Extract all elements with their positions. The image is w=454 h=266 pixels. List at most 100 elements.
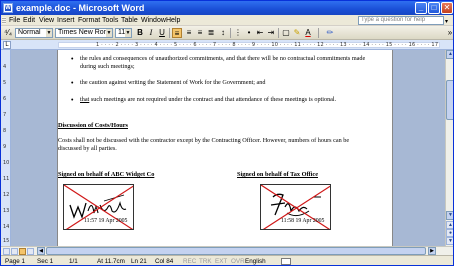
previous-page-icon[interactable]: ▲ bbox=[446, 221, 453, 229]
align-center-icon[interactable]: ≡ bbox=[184, 28, 194, 38]
style-select[interactable]: Normal ▼ bbox=[15, 28, 53, 38]
vertical-ruler[interactable]: 4 5 6 7 8 9 10 11 12 13 14 15 bbox=[1, 50, 11, 246]
section-heading: Discussion of Costs/Hours bbox=[58, 122, 128, 129]
window-title: example.doc - Microsoft Word bbox=[16, 3, 145, 13]
vertical-scroll-thumb[interactable] bbox=[446, 80, 453, 120]
minimize-button[interactable]: _ bbox=[415, 2, 427, 14]
font-select[interactable]: Times New Roman ▼ bbox=[55, 28, 113, 38]
chevron-down-icon: ▼ bbox=[106, 29, 112, 37]
vruler-number: 5 bbox=[3, 80, 7, 86]
signature-box-left[interactable]: 11:57 19 Apr 2005 bbox=[63, 184, 134, 230]
borders-icon[interactable]: ▢ bbox=[281, 28, 291, 38]
help-search-input[interactable]: Type a question for help bbox=[358, 16, 444, 25]
scroll-up-icon[interactable]: ▲ bbox=[446, 50, 453, 59]
menu-file[interactable]: File bbox=[9, 16, 20, 25]
menu-edit[interactable]: Edit bbox=[23, 16, 35, 25]
font-size-select[interactable]: 11 ▼ bbox=[115, 28, 132, 38]
drawing-icon[interactable]: ✏ bbox=[324, 28, 336, 38]
numbering-icon[interactable]: ⋮ bbox=[233, 28, 243, 38]
help-dropdown-icon[interactable]: ▾ bbox=[445, 18, 448, 25]
status-ext[interactable]: EXT bbox=[215, 256, 227, 265]
justify-icon[interactable]: ≣ bbox=[206, 28, 216, 38]
tab-selector[interactable]: L bbox=[3, 41, 11, 49]
body-paragraph: Costs shall not be discussed with the co… bbox=[58, 137, 350, 152]
toolbar-options-icon[interactable]: » bbox=[445, 28, 453, 38]
menu-window[interactable]: Window bbox=[141, 16, 166, 25]
horizontal-ruler[interactable]: L 1 · · · · 2 · · · · 3 · · · · 4 · · · … bbox=[1, 40, 453, 50]
decrease-indent-icon[interactable]: ⇤ bbox=[255, 28, 265, 38]
status-rec[interactable]: REC bbox=[183, 256, 196, 265]
menu-insert[interactable]: Insert bbox=[57, 16, 75, 25]
status-line: Ln 21 bbox=[131, 258, 147, 265]
horizontal-scroll-thumb[interactable] bbox=[46, 247, 426, 255]
bullet-item-rest: such meetings are not required under the… bbox=[89, 96, 337, 103]
vertical-scrollbar[interactable]: ▲ ▼ ▲ ● ▼ bbox=[445, 50, 453, 246]
status-trk[interactable]: TRK bbox=[199, 256, 212, 265]
toolbar-separator bbox=[318, 28, 319, 38]
status-at: At 11.7cm bbox=[97, 258, 125, 265]
vruler-number: 11 bbox=[3, 176, 10, 182]
document-page[interactable]: • the rules and consequences of unauthor… bbox=[57, 50, 393, 246]
vruler-number: 8 bbox=[3, 128, 7, 134]
menu-help[interactable]: Help bbox=[166, 16, 180, 25]
scroll-left-icon[interactable]: ◀ bbox=[37, 247, 45, 255]
align-right-icon[interactable]: ≡ bbox=[195, 28, 205, 38]
scroll-down-icon[interactable]: ▼ bbox=[446, 211, 453, 220]
web-layout-view-icon[interactable] bbox=[11, 248, 18, 255]
vruler-number: 4 bbox=[3, 64, 7, 70]
menu-view[interactable]: View bbox=[39, 16, 54, 25]
menu-tools[interactable]: Tools bbox=[102, 16, 118, 25]
signature-label-right: Signed on behalf of Tax Office bbox=[237, 171, 318, 178]
bullet-item: that such meetings are not required unde… bbox=[80, 96, 370, 104]
word-app-icon[interactable]: W bbox=[3, 3, 13, 13]
highlight-icon[interactable]: ✎ bbox=[292, 28, 302, 38]
select-browse-object-icon[interactable]: ● bbox=[446, 229, 453, 237]
styles-pane-icon[interactable]: ⁴⁄₄ bbox=[4, 28, 12, 38]
vruler-number: 13 bbox=[3, 208, 10, 214]
scroll-right-icon[interactable]: ▶ bbox=[428, 247, 436, 255]
increase-indent-icon[interactable]: ⇥ bbox=[266, 28, 276, 38]
vruler-number: 15 bbox=[3, 238, 10, 244]
title-bar[interactable]: W example.doc - Microsoft Word _ □ ✕ bbox=[1, 1, 453, 15]
toolbar-separator bbox=[230, 28, 231, 38]
menu-table[interactable]: Table bbox=[121, 16, 138, 25]
vruler-number: 10 bbox=[3, 160, 10, 166]
italic-button[interactable]: I bbox=[146, 28, 156, 38]
print-layout-view-icon[interactable] bbox=[19, 248, 26, 255]
signature-timestamp-right: 11:58 19 Apr 2005 bbox=[281, 218, 325, 224]
status-page-of: 1/1 bbox=[69, 258, 78, 265]
maximize-button[interactable]: □ bbox=[428, 2, 440, 14]
next-page-icon[interactable]: ▼ bbox=[446, 237, 453, 245]
bold-button[interactable]: B bbox=[135, 28, 145, 38]
chevron-down-icon: ▼ bbox=[46, 29, 52, 37]
status-page: Page 1 bbox=[5, 258, 25, 265]
spelling-grammar-status-icon[interactable] bbox=[281, 258, 291, 265]
reading-layout-view-icon[interactable] bbox=[27, 248, 34, 255]
status-language: English bbox=[245, 258, 266, 265]
signature-box-right[interactable]: 11:58 19 Apr 2005 bbox=[260, 184, 331, 230]
toolbar-separator bbox=[278, 28, 279, 38]
status-ovr[interactable]: OVR bbox=[231, 256, 245, 265]
underline-button[interactable]: U bbox=[157, 28, 167, 38]
font-color-icon[interactable]: A bbox=[303, 28, 313, 38]
line-spacing-icon[interactable]: ↕ bbox=[218, 28, 228, 38]
vruler-number: 14 bbox=[3, 224, 10, 230]
chevron-down-icon: ▼ bbox=[125, 29, 131, 37]
bullet-item: the rules and consequences of unauthoriz… bbox=[80, 55, 366, 70]
close-button[interactable]: ✕ bbox=[441, 2, 453, 14]
bullet-icon: • bbox=[71, 56, 74, 63]
ruler-numbers: 1 · · · · 2 · · · · 3 · · · · 4 · · · · … bbox=[96, 42, 439, 48]
bullets-icon[interactable]: • bbox=[244, 28, 254, 38]
menubar-grip[interactable] bbox=[2, 17, 6, 24]
bullet-item: the caution against writing the Statemen… bbox=[80, 79, 266, 86]
horizontal-scrollbar[interactable]: ◀ ▶ bbox=[1, 246, 453, 255]
normal-view-icon[interactable] bbox=[3, 248, 10, 255]
signature-timestamp-left: 11:57 19 Apr 2005 bbox=[84, 218, 128, 224]
menu-bar: File Edit View Insert Format Tools Table… bbox=[1, 15, 453, 26]
menu-format[interactable]: Format bbox=[78, 16, 100, 25]
vruler-number: 7 bbox=[3, 112, 7, 118]
status-bar: Page 1 Sec 1 1/1 At 11.7cm Ln 21 Col 84 … bbox=[1, 255, 453, 265]
align-left-icon[interactable]: ≡ bbox=[172, 28, 182, 38]
bullet-icon: • bbox=[71, 80, 74, 87]
word-window: W example.doc - Microsoft Word _ □ ✕ Fil… bbox=[0, 0, 454, 266]
